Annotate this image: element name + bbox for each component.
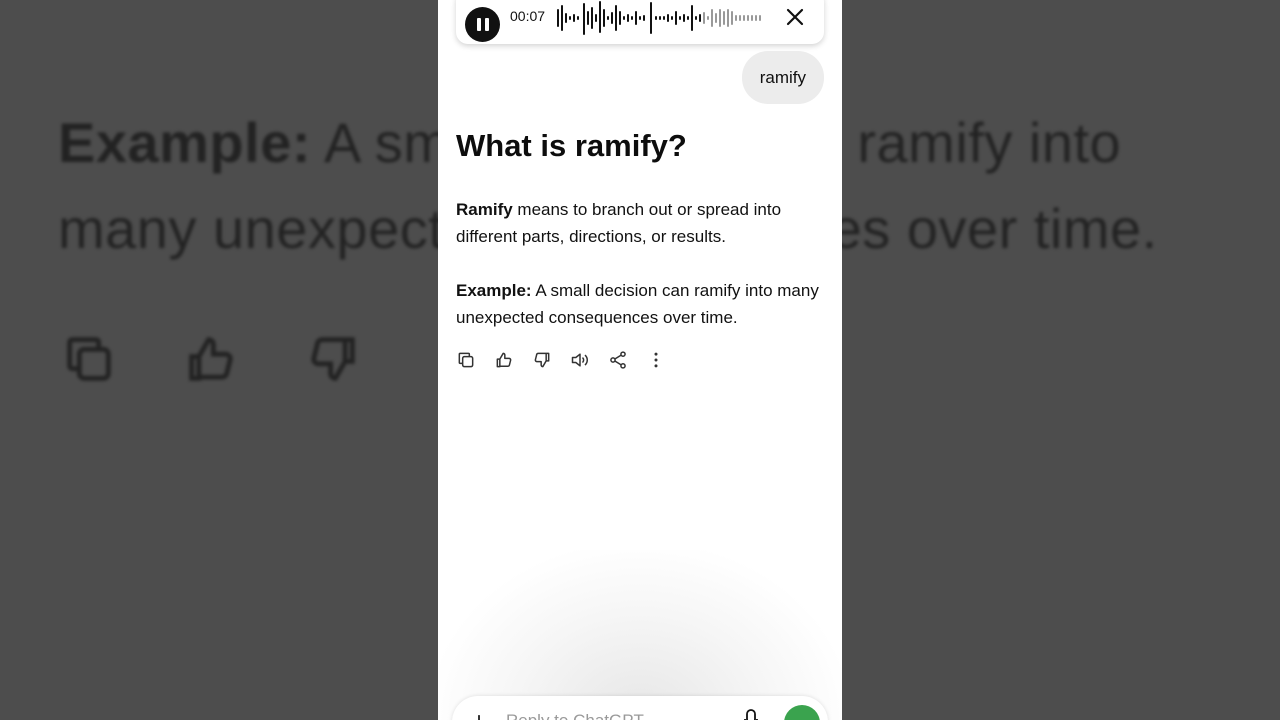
example-label: Example: — [456, 281, 532, 300]
voice-mode-button[interactable] — [784, 705, 820, 720]
response-heading: What is ramify? — [456, 128, 687, 163]
thumbs-up-button[interactable] — [494, 350, 514, 370]
audio-time: 00:07 — [510, 8, 546, 24]
reply-input[interactable]: Reply to ChatGPT — [506, 711, 644, 720]
thumbs-up-icon — [496, 352, 512, 368]
mic-icon[interactable] — [744, 709, 758, 720]
thumbs-down-icon — [534, 352, 550, 368]
background-icons — [60, 330, 362, 388]
composer: + Reply to ChatGPT — [452, 696, 828, 720]
pause-icon — [476, 18, 481, 31]
copy-icon — [458, 352, 474, 368]
plus-icon[interactable]: + — [472, 708, 486, 720]
user-message: ramify — [741, 51, 824, 104]
thumbs-down-icon — [311, 337, 355, 381]
thumbs-down-button[interactable] — [532, 350, 552, 370]
background-bold: Example: — [58, 111, 311, 174]
bottom-fade — [438, 550, 842, 720]
close-icon[interactable] — [784, 6, 806, 28]
waveform[interactable] — [556, 0, 766, 36]
chat-panel: 00:07 ramify What is ramify? Ramify mean… — [438, 0, 842, 720]
more-button[interactable] — [646, 350, 666, 370]
thumbs-up-icon — [189, 337, 233, 381]
read-aloud-icon — [571, 353, 588, 367]
share-button[interactable] — [608, 350, 628, 370]
definition-term: Ramify — [456, 200, 513, 219]
copy-button[interactable] — [456, 350, 476, 370]
message-actions — [456, 350, 684, 370]
copy-icon — [67, 337, 111, 381]
more-icon — [654, 352, 658, 368]
audio-player: 00:07 — [456, 0, 824, 44]
definition-paragraph: Ramify means to branch out or spread int… — [456, 196, 826, 250]
share-icon — [610, 351, 626, 369]
pause-button[interactable] — [465, 7, 500, 42]
example-paragraph: Example: A small decision can ramify int… — [456, 277, 826, 331]
read-aloud-button[interactable] — [570, 350, 590, 370]
